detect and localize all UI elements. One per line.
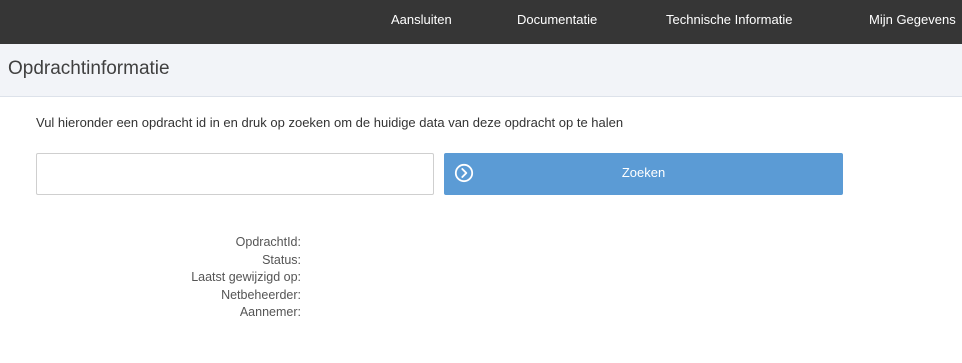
order-info-fields: OpdrachtId: Status: Laatst gewijzigd op:…	[100, 234, 301, 322]
instruction-text: Vul hieronder een opdracht id in en druk…	[36, 115, 624, 130]
field-label-aannemer: Aannemer:	[239, 305, 301, 319]
nav-item-mijn-gegevens[interactable]: Mijn Gegevens	[869, 12, 956, 27]
nav-item-technische-informatie[interactable]: Technische Informatie	[666, 12, 792, 27]
field-label-netbeheerder: Netbeheerder:	[221, 287, 301, 302]
opdracht-id-input[interactable]	[36, 153, 434, 195]
top-navigation-bar: Aansluiten Documentatie Technische Infor…	[0, 0, 962, 44]
nav-item-aansluiten[interactable]: Aansluiten	[391, 12, 452, 27]
field-label-laatst-gewijzigd: Laatst gewijzigd op:	[191, 270, 301, 284]
search-button-label: Zoeken	[621, 165, 666, 180]
page-header: Opdrachtinformatie	[0, 44, 962, 97]
nav-item-documentatie[interactable]: Documentatie	[517, 12, 597, 27]
page-title: Opdrachtinformatie	[8, 58, 170, 79]
field-label-status: Status:	[262, 252, 301, 267]
search-button[interactable]: Zoeken	[444, 153, 843, 195]
field-label-opdrachtid: OpdrachtId:	[235, 235, 301, 249]
